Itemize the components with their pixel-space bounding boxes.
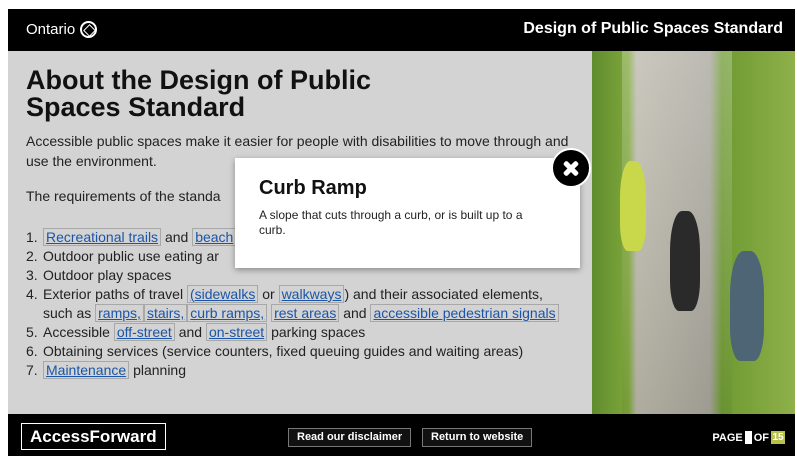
link-walkways[interactable]: walkways bbox=[278, 285, 345, 303]
accessforward-logo[interactable]: AccessForward bbox=[21, 423, 166, 450]
glossary-popup: Curb Ramp A slope that cuts through a cu… bbox=[235, 158, 580, 268]
bottom-bar: AccessForward Read our disclaimer Return… bbox=[8, 414, 795, 456]
link-stairs[interactable]: stairs, bbox=[143, 304, 188, 322]
course-title: Design of Public Spaces Standard bbox=[523, 20, 783, 37]
ontario-brand-text: Ontario bbox=[26, 21, 76, 38]
popup-title: Curb Ramp bbox=[259, 177, 367, 199]
link-sidewalks[interactable]: (sidewalks bbox=[186, 285, 259, 303]
popup-definition: A slope that cuts through a curb, or is … bbox=[259, 208, 523, 237]
runners-photo bbox=[592, 51, 795, 414]
list-item: 5. Accessible off-street and on-street p… bbox=[26, 323, 366, 341]
list-item: 4. Exterior paths of travel (sidewalks o… bbox=[26, 285, 586, 323]
page-current bbox=[744, 431, 752, 444]
link-rest-areas[interactable]: rest areas bbox=[271, 304, 340, 322]
read-disclaimer-button[interactable]: Read our disclaimer bbox=[288, 428, 412, 447]
link-off-street[interactable]: off-street bbox=[113, 323, 175, 341]
requirements-lead: The requirements of the standa bbox=[26, 188, 221, 204]
list-item: 6. Obtaining services (service counters,… bbox=[26, 343, 524, 359]
ontario-logo[interactable]: Ontario bbox=[26, 21, 98, 38]
runner-figure bbox=[670, 211, 700, 311]
link-accessible-pedestrian-signals[interactable]: accessible pedestrian signals bbox=[370, 304, 559, 322]
top-bar: Ontario Design of Public Spaces Standard bbox=[8, 9, 795, 51]
close-icon[interactable] bbox=[551, 148, 591, 188]
slide-heading: About the Design of Public Spaces Standa… bbox=[26, 65, 371, 122]
link-ramps[interactable]: ramps, bbox=[95, 304, 144, 322]
link-beach[interactable]: beach bbox=[192, 228, 237, 246]
app-frame: Ontario Design of Public Spaces Standard… bbox=[0, 0, 797, 456]
runner-figure bbox=[730, 251, 764, 361]
page-indicator: PAGE OF 15 bbox=[712, 431, 785, 444]
return-to-website-button[interactable]: Return to website bbox=[422, 428, 533, 447]
link-recreational-trails[interactable]: Recreational trails bbox=[43, 228, 162, 246]
link-maintenance[interactable]: Maintenance bbox=[43, 361, 130, 379]
list-item: 3. Outdoor play spaces bbox=[26, 267, 172, 283]
page-total: 15 bbox=[771, 431, 785, 444]
trillium-icon bbox=[80, 21, 98, 38]
runner-figure bbox=[620, 161, 646, 251]
list-item: 7. Maintenance planning bbox=[26, 361, 186, 379]
link-curb-ramps[interactable]: curb ramps, bbox=[187, 304, 268, 322]
link-on-street[interactable]: on-street bbox=[205, 323, 268, 341]
